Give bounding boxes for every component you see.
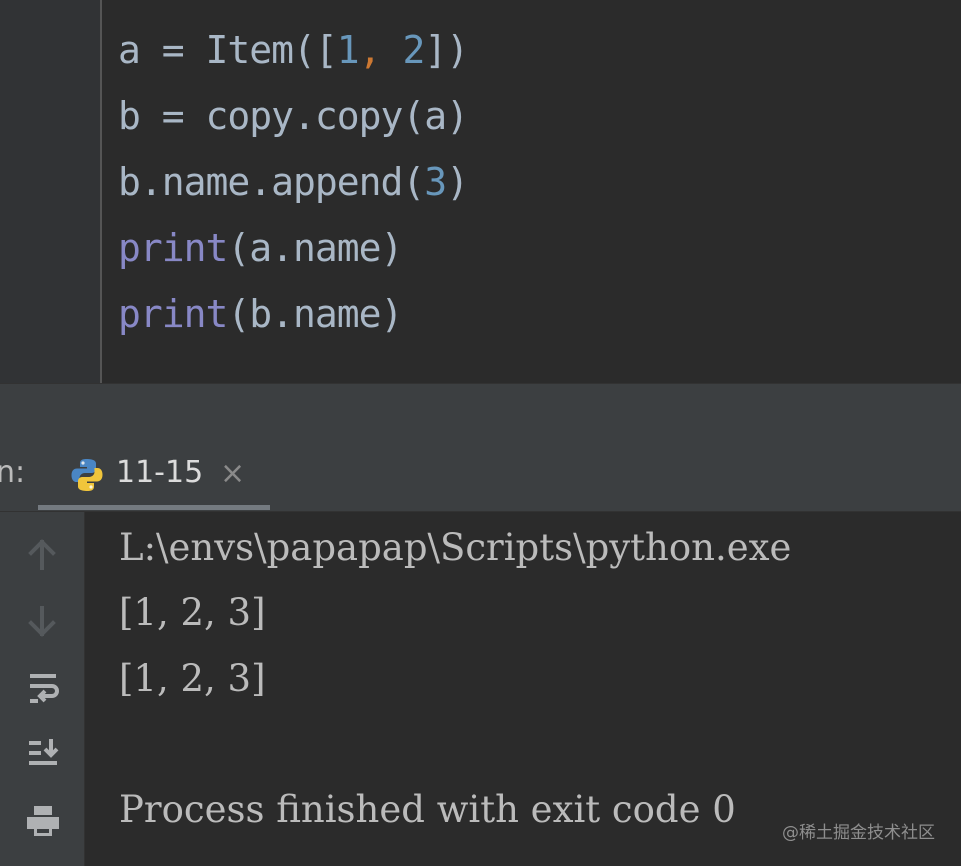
code-token: (b.name): [227, 292, 403, 336]
console-line: L:\envs\papapap\Scripts\python.exe: [119, 526, 804, 569]
code-token: a = Item([: [118, 28, 338, 72]
code-line-4[interactable]: print(a.name): [118, 226, 403, 270]
console-line: [1, 2, 3]: [119, 591, 266, 634]
close-icon[interactable]: ×: [220, 456, 245, 491]
code-number: 3: [424, 160, 447, 204]
code-token: (a.name): [227, 226, 403, 270]
code-line-1[interactable]: a = Item([1, 2]): [118, 28, 469, 72]
code-number: 2: [402, 28, 425, 72]
code-token: b.name.append(: [118, 160, 425, 204]
code-line-2[interactable]: b = copy.copy(a): [118, 94, 469, 138]
code-line-5[interactable]: print(b.name): [118, 292, 403, 336]
run-toolbar: [0, 512, 85, 866]
run-tab-title: 11-15: [116, 455, 204, 490]
code-token: ]): [424, 28, 469, 72]
run-window-label: n:: [0, 455, 26, 490]
up-arrow-icon[interactable]: [24, 537, 60, 573]
code-builtin: print: [118, 226, 228, 270]
code-comma: ,: [358, 28, 403, 72]
code-line-3[interactable]: b.name.append(3): [118, 160, 469, 204]
editor-gutter: [0, 0, 102, 383]
console-line: Process finished with exit code 0: [119, 788, 736, 831]
watermark: @稀土掘金技术社区: [782, 823, 935, 843]
code-token: b = copy.copy(a): [118, 94, 469, 138]
down-arrow-icon[interactable]: [24, 603, 60, 639]
scroll-to-end-icon[interactable]: [24, 735, 62, 773]
print-icon[interactable]: [24, 802, 62, 840]
code-editor[interactable]: a = Item([1, 2]) b = copy.copy(a) b.name…: [0, 0, 961, 383]
soft-wrap-icon[interactable]: [24, 669, 62, 707]
code-number: 1: [336, 28, 360, 72]
console-line: [1, 2, 3]: [119, 657, 266, 700]
python-icon: [71, 459, 103, 491]
run-tab-active-indicator: [38, 505, 270, 510]
code-token: ): [446, 160, 469, 204]
code-builtin: print: [118, 292, 228, 336]
editor-status-band: [0, 383, 961, 446]
